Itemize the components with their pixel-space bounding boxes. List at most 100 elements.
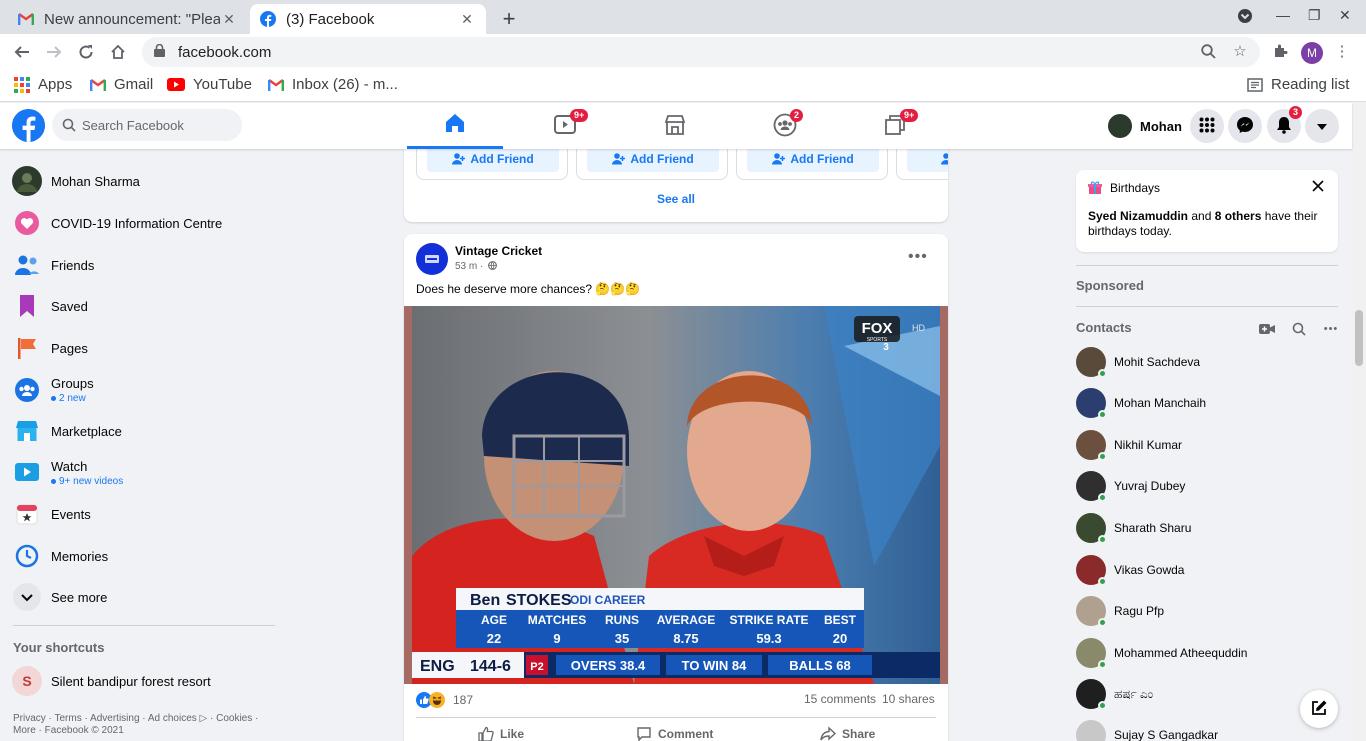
home-icon[interactable] bbox=[107, 41, 129, 63]
contacts-options-icon[interactable]: ••• bbox=[1322, 321, 1340, 337]
bookmarks-bar: Apps Gmail YouTube Inbox (26) - m... Rea… bbox=[0, 70, 1366, 102]
bookmark-inbox[interactable]: Inbox (26) - m... bbox=[268, 76, 398, 93]
avatar bbox=[1076, 471, 1107, 502]
contact-item[interactable]: Mohammed Atheequddin bbox=[1072, 634, 1342, 672]
profile-avatar[interactable]: M bbox=[1301, 42, 1323, 64]
restore-icon[interactable]: ❐ bbox=[1308, 7, 1321, 24]
add-friend-button[interactable]: Add Friend bbox=[747, 146, 879, 172]
close-tab-icon[interactable]: ✕ bbox=[220, 11, 238, 28]
lock-icon[interactable] bbox=[154, 43, 168, 60]
address-bar[interactable]: facebook.com bbox=[142, 37, 1260, 67]
add-friend-button[interactable]: Add Friend bbox=[427, 146, 559, 172]
sidebar-item-profile[interactable]: Mohan Sharma bbox=[8, 161, 284, 201]
sidebar-item-pages[interactable]: Pages bbox=[8, 328, 284, 368]
new-message-button[interactable] bbox=[1300, 690, 1338, 728]
nav-marketplace[interactable] bbox=[627, 103, 723, 149]
online-status-dot bbox=[1098, 410, 1107, 419]
search-contacts-icon[interactable] bbox=[1290, 321, 1308, 337]
extensions-icon[interactable] bbox=[1270, 41, 1290, 61]
post-image[interactable]: FOX SPORTS 3 HD Ben STOKES ODI CAREER AG… bbox=[404, 306, 948, 684]
reactions-summary[interactable]: 187 bbox=[416, 692, 473, 708]
comment-button[interactable]: Comment bbox=[636, 724, 713, 741]
shortcut-item[interactable]: S Silent bandipur forest resort bbox=[8, 661, 284, 701]
page-avatar[interactable] bbox=[416, 243, 448, 275]
messenger-button[interactable] bbox=[1228, 109, 1262, 143]
birthday-person[interactable]: Syed Nizamuddin bbox=[1088, 209, 1188, 223]
comments-count[interactable]: 15 comments bbox=[804, 692, 876, 706]
birthday-connector: and bbox=[1188, 209, 1215, 223]
reading-list-button[interactable]: Reading list bbox=[1247, 76, 1349, 93]
shares-count[interactable]: 10 shares bbox=[882, 692, 935, 706]
bookmark-youtube[interactable]: YouTube bbox=[167, 76, 252, 93]
bookmark-apps[interactable]: Apps bbox=[14, 76, 72, 93]
birthday-others[interactable]: 8 others bbox=[1215, 209, 1262, 223]
menu-button[interactable] bbox=[1190, 109, 1224, 143]
minimize-icon[interactable]: — bbox=[1276, 7, 1290, 23]
share-button[interactable]: Share bbox=[820, 724, 875, 741]
tab-search-icon[interactable] bbox=[1237, 8, 1253, 27]
browser-tab-facebook[interactable]: (3) Facebook ✕ bbox=[250, 4, 486, 34]
close-icon[interactable] bbox=[1312, 179, 1324, 195]
reading-list-label: Reading list bbox=[1271, 76, 1350, 93]
sidebar-item-watch[interactable]: Watch 9+ new videos bbox=[8, 453, 284, 493]
sidebar-item-events[interactable]: Events bbox=[8, 494, 284, 534]
sidebar-item-friends[interactable]: Friends bbox=[8, 245, 284, 285]
sidebar-item-marketplace[interactable]: Marketplace bbox=[8, 411, 284, 451]
sidebar-item-saved[interactable]: Saved bbox=[8, 286, 284, 326]
nav-gaming[interactable]: 9+ bbox=[847, 103, 943, 149]
zoom-search-icon[interactable] bbox=[1198, 41, 1218, 61]
new-tab-icon[interactable]: + bbox=[498, 6, 520, 32]
contact-item[interactable]: Mohit Sachdeva bbox=[1072, 343, 1342, 381]
scrollbar-thumb[interactable] bbox=[1355, 310, 1363, 366]
nav-groups[interactable]: 2 bbox=[737, 103, 833, 149]
close-window-icon[interactable]: ✕ bbox=[1339, 7, 1351, 24]
birthdays-text: Syed Nizamuddin and 8 others have their … bbox=[1088, 209, 1328, 239]
watch-icon bbox=[12, 458, 42, 488]
add-friend-button[interactable] bbox=[907, 146, 948, 172]
add-friend-button[interactable]: Add Friend bbox=[587, 146, 719, 172]
page-scrollbar[interactable] bbox=[1352, 103, 1366, 741]
close-tab-icon[interactable]: ✕ bbox=[458, 11, 476, 28]
see-all-link[interactable]: See all bbox=[404, 192, 948, 206]
browser-menu-icon[interactable]: ⋮ bbox=[1332, 41, 1352, 61]
contact-item[interactable]: Sharath Sharu bbox=[1072, 509, 1342, 547]
notifications-button[interactable]: 3 bbox=[1267, 106, 1303, 143]
contact-item[interactable]: Vikas Gowda bbox=[1072, 551, 1342, 589]
account-button[interactable] bbox=[1305, 109, 1339, 143]
like-button[interactable]: Like bbox=[478, 724, 524, 741]
gaming-badge: 9+ bbox=[900, 109, 919, 122]
sidebar-item-covid[interactable]: COVID-19 Information Centre bbox=[8, 203, 284, 243]
facebook-search-input[interactable]: Search Facebook bbox=[52, 109, 242, 141]
contact-item[interactable]: Sujay S Gangadkar bbox=[1072, 716, 1342, 741]
footer-links[interactable]: Privacy · Terms · Advertising · Ad choic… bbox=[13, 713, 283, 737]
back-icon[interactable] bbox=[11, 41, 33, 63]
post-options-icon[interactable]: ••• bbox=[908, 248, 928, 266]
sidebar-item-groups[interactable]: Groups 2 new bbox=[8, 370, 284, 410]
gift-icon bbox=[1088, 181, 1102, 195]
new-room-icon[interactable] bbox=[1258, 321, 1276, 337]
contact-item[interactable]: Nikhil Kumar bbox=[1072, 426, 1342, 464]
browser-tab-gmail[interactable]: New announcement: "Plea ✕ bbox=[8, 4, 248, 34]
sidebar-divider bbox=[13, 625, 275, 626]
contact-item[interactable]: Mohan Manchaih bbox=[1072, 384, 1342, 422]
contact-item[interactable]: Yuvraj Dubey bbox=[1072, 467, 1342, 505]
contact-name: Vikas Gowda bbox=[1114, 563, 1185, 577]
sidebar-item-text: Groups 2 new bbox=[51, 376, 94, 404]
facebook-logo[interactable] bbox=[12, 109, 45, 142]
sidebar-see-more[interactable]: See more bbox=[8, 577, 284, 617]
nav-watch[interactable]: 9+ bbox=[517, 103, 613, 149]
sidebar-item-memories[interactable]: Memories bbox=[8, 536, 284, 576]
bookmark-star-icon[interactable]: ☆ bbox=[1230, 41, 1250, 61]
bookmark-label: Apps bbox=[38, 76, 73, 93]
reload-icon[interactable] bbox=[75, 41, 97, 63]
forward-icon[interactable] bbox=[43, 41, 65, 63]
bookmark-gmail[interactable]: Gmail bbox=[90, 76, 153, 93]
heart-icon bbox=[12, 208, 42, 238]
contact-item[interactable]: Ragu Pfp bbox=[1072, 592, 1342, 630]
header-profile-button[interactable]: Mohan bbox=[1104, 110, 1190, 142]
post-author[interactable]: Vintage Cricket bbox=[455, 244, 542, 258]
nav-home[interactable] bbox=[407, 103, 503, 149]
stat-header: BEST bbox=[824, 613, 857, 627]
avatar bbox=[1076, 720, 1106, 741]
post-time[interactable]: 53 m · bbox=[455, 261, 483, 272]
